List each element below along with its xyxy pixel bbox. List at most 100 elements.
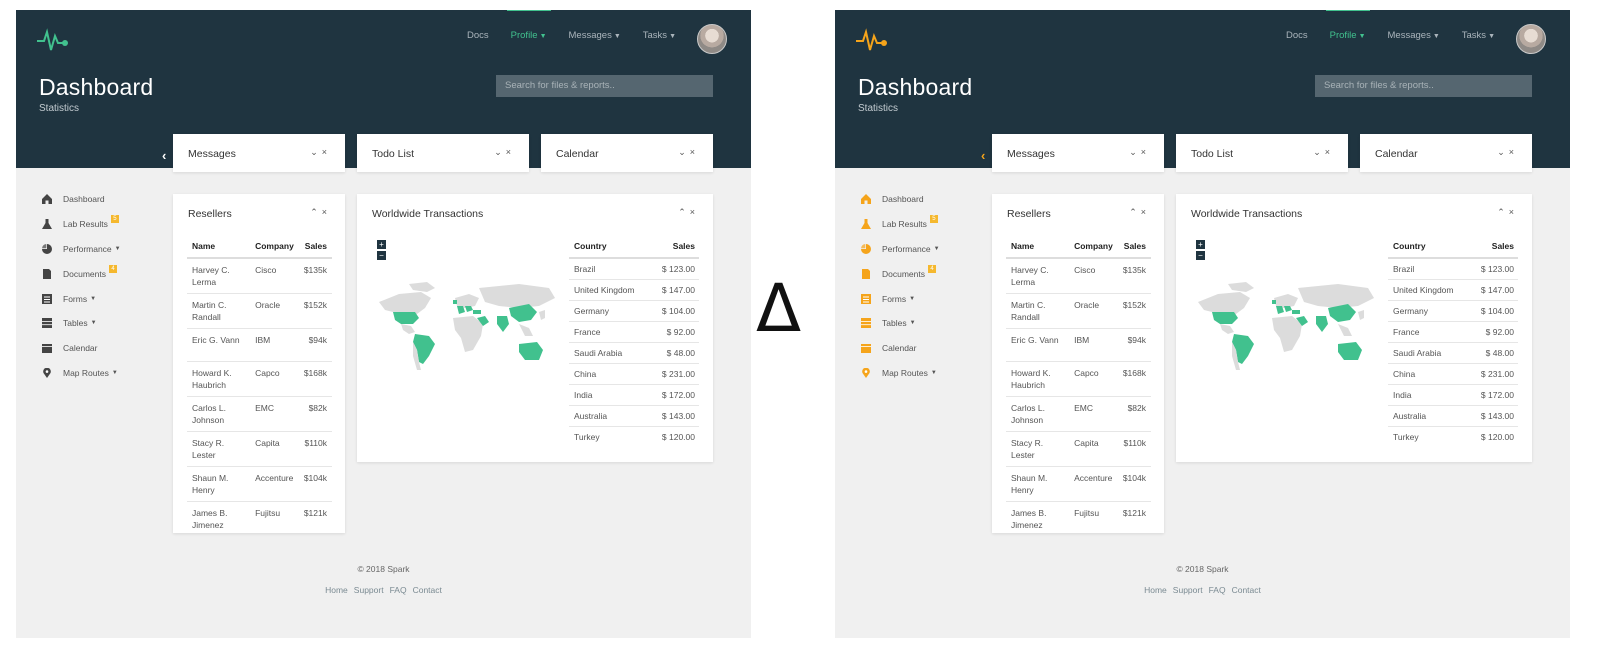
zoom-out-button[interactable]: − — [377, 251, 386, 260]
table-row[interactable]: Martin C. Randall Oracle $152k — [187, 293, 332, 329]
chevron-down-icon[interactable]: ⌄ — [494, 147, 506, 157]
sidebar-item-tables[interactable]: Tables ▼ — [861, 311, 940, 336]
table-row[interactable]: Saudi Arabia $ 48.00 — [569, 342, 699, 364]
footer-link-faq[interactable]: FAQ — [390, 585, 407, 595]
table-row[interactable]: India $ 172.00 — [569, 384, 699, 406]
table-row[interactable]: Carlos L. Johnson EMC $82k — [187, 396, 332, 432]
table-row[interactable]: Germany $ 104.00 — [569, 300, 699, 322]
chevron-up-icon[interactable]: ⌃ — [310, 207, 322, 217]
column-header[interactable]: Sales — [1468, 236, 1518, 259]
sidebar-item-lab-results[interactable]: Lab Results 5 — [861, 212, 940, 237]
world-map[interactable] — [369, 272, 559, 372]
table-row[interactable]: Turkey $ 120.00 — [1388, 426, 1518, 447]
table-row[interactable]: Stacy R. Lester Capita $110k — [187, 431, 332, 467]
chevron-up-icon[interactable]: ⌃ — [1129, 207, 1141, 217]
sidebar-item-performance[interactable]: Performance ▼ — [42, 237, 121, 262]
table-row[interactable]: Martin C. Randall Oracle $152k — [1006, 293, 1151, 329]
sidebar-item-calendar[interactable]: Calendar — [861, 336, 940, 361]
nav-messages[interactable]: Messages ▼ — [1388, 28, 1440, 41]
chevron-down-icon[interactable]: ⌄ — [310, 147, 322, 157]
footer-link-contact[interactable]: Contact — [1232, 585, 1261, 595]
pulse-logo-icon[interactable] — [855, 24, 889, 54]
column-header[interactable]: Name — [1006, 236, 1070, 259]
close-icon[interactable]: × — [1509, 207, 1518, 217]
close-icon[interactable]: × — [1141, 207, 1150, 217]
column-header[interactable]: Company — [1069, 236, 1118, 259]
user-avatar[interactable] — [1516, 24, 1546, 54]
nav-tasks[interactable]: Tasks ▼ — [1462, 28, 1495, 41]
close-icon[interactable]: × — [690, 147, 699, 157]
column-header[interactable]: Country — [1388, 236, 1469, 259]
table-row[interactable]: China $ 231.00 — [1388, 363, 1518, 385]
sidebar-item-performance[interactable]: Performance ▼ — [861, 237, 940, 262]
table-row[interactable]: India $ 172.00 — [1388, 384, 1518, 406]
close-icon[interactable]: × — [322, 147, 331, 157]
close-icon[interactable]: × — [1509, 147, 1518, 157]
nav-profile[interactable]: Profile ▼ — [1325, 10, 1370, 41]
table-row[interactable]: Stacy R. Lester Capita $110k — [1006, 431, 1151, 467]
table-row[interactable]: Australia $ 143.00 — [569, 405, 699, 427]
chevron-up-icon[interactable]: ⌃ — [1497, 207, 1509, 217]
zoom-out-button[interactable]: − — [1196, 251, 1205, 260]
column-header[interactable]: Sales — [649, 236, 699, 259]
table-row[interactable]: France $ 92.00 — [569, 321, 699, 343]
table-row[interactable]: Saudi Arabia $ 48.00 — [1388, 342, 1518, 364]
footer-link-faq[interactable]: FAQ — [1209, 585, 1226, 595]
chevron-down-icon[interactable]: ⌄ — [1313, 147, 1325, 157]
chevron-down-icon[interactable]: ⌄ — [1129, 147, 1141, 157]
table-row[interactable]: United Kingdom $ 147.00 — [569, 279, 699, 301]
sidebar-collapse-icon[interactable]: ‹ — [981, 148, 985, 163]
table-row[interactable]: Eric G. Vann IBM $94k — [187, 328, 332, 362]
table-row[interactable]: Shaun M. Henry Accenture $104k — [187, 466, 332, 502]
sidebar-item-forms[interactable]: Forms ▼ — [42, 286, 121, 311]
table-row[interactable]: China $ 231.00 — [569, 363, 699, 385]
chevron-up-icon[interactable]: ⌃ — [678, 207, 690, 217]
world-map[interactable] — [1188, 272, 1378, 372]
table-row[interactable]: Shaun M. Henry Accenture $104k — [1006, 466, 1151, 502]
footer-link-support[interactable]: Support — [1173, 585, 1203, 595]
table-row[interactable]: Australia $ 143.00 — [1388, 405, 1518, 427]
sidebar-item-map-routes[interactable]: Map Routes ▼ — [42, 361, 121, 386]
chevron-down-icon[interactable]: ⌄ — [1497, 147, 1509, 157]
sidebar-item-tables[interactable]: Tables ▼ — [42, 311, 121, 336]
sidebar-collapse-icon[interactable]: ‹ — [162, 148, 166, 163]
table-row[interactable]: France $ 92.00 — [1388, 321, 1518, 343]
table-row[interactable]: Harvey C. Lerma Cisco $135k — [187, 257, 332, 294]
table-row[interactable]: United Kingdom $ 147.00 — [1388, 279, 1518, 301]
nav-messages[interactable]: Messages ▼ — [569, 28, 621, 41]
table-row[interactable]: Brazil $ 123.00 — [1388, 257, 1518, 280]
table-row[interactable]: Eric G. Vann IBM $94k — [1006, 328, 1151, 362]
table-row[interactable]: Germany $ 104.00 — [1388, 300, 1518, 322]
table-row[interactable]: Brazil $ 123.00 — [569, 257, 699, 280]
nav-docs[interactable]: Docs — [467, 28, 489, 41]
table-row[interactable]: Howard K. Haubrich Capco $168k — [187, 361, 332, 397]
close-icon[interactable]: × — [1325, 147, 1334, 157]
column-header[interactable]: Sales — [298, 236, 332, 259]
nav-tasks[interactable]: Tasks ▼ — [643, 28, 676, 41]
zoom-in-button[interactable]: + — [1196, 240, 1205, 249]
table-row[interactable]: Howard K. Haubrich Capco $168k — [1006, 361, 1151, 397]
table-row[interactable]: Harvey C. Lerma Cisco $135k — [1006, 257, 1151, 294]
sidebar-item-forms[interactable]: Forms ▼ — [861, 286, 940, 311]
table-row[interactable]: James B. Jimenez Fujitsu $121k — [1006, 501, 1151, 536]
column-header[interactable]: Company — [250, 236, 299, 259]
nav-profile[interactable]: Profile ▼ — [506, 10, 551, 41]
nav-docs[interactable]: Docs — [1286, 28, 1308, 41]
column-header[interactable]: Sales — [1117, 236, 1151, 259]
close-icon[interactable]: × — [690, 207, 699, 217]
zoom-in-button[interactable]: + — [377, 240, 386, 249]
sidebar-item-dashboard[interactable]: Dashboard — [42, 187, 121, 212]
close-icon[interactable]: × — [322, 207, 331, 217]
sidebar-item-dashboard[interactable]: Dashboard — [861, 187, 940, 212]
column-header[interactable]: Name — [187, 236, 251, 259]
sidebar-item-lab-results[interactable]: Lab Results 5 — [42, 212, 121, 237]
table-row[interactable]: James B. Jimenez Fujitsu $121k — [187, 501, 332, 536]
sidebar-item-calendar[interactable]: Calendar — [42, 336, 121, 361]
footer-link-home[interactable]: Home — [1144, 585, 1167, 595]
column-header[interactable]: Country — [569, 236, 650, 259]
table-row[interactable]: Turkey $ 120.00 — [569, 426, 699, 447]
sidebar-item-map-routes[interactable]: Map Routes ▼ — [861, 361, 940, 386]
table-row[interactable]: Carlos L. Johnson EMC $82k — [1006, 396, 1151, 432]
search-input[interactable]: Search for files & reports.. — [496, 75, 713, 97]
close-icon[interactable]: × — [506, 147, 515, 157]
